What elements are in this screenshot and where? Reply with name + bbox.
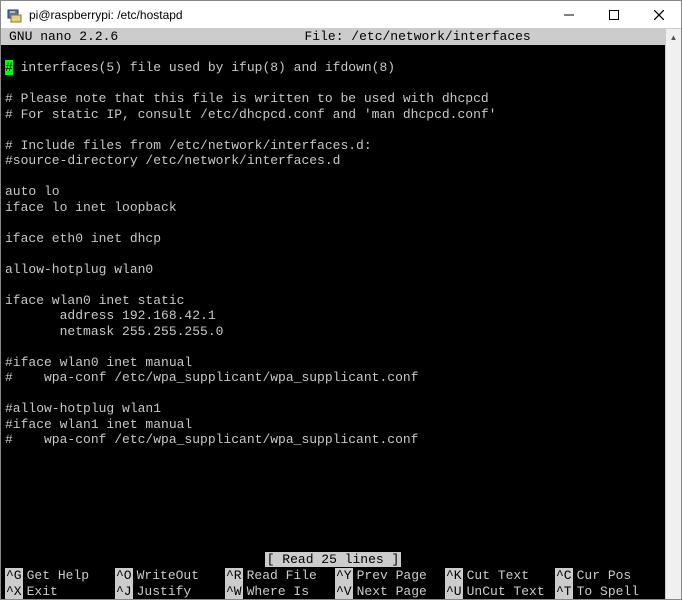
editor-line: #source-directory /etc/network/interface… [5,153,665,169]
shortcut-label: WriteOut [137,568,199,584]
nano-shortcuts-row-1: ^GGet Help^OWriteOut^RRead File^YPrev Pa… [5,568,665,584]
editor-line: #allow-hotplug wlan1 [5,401,665,417]
shortcut-label: To Spell [577,584,639,600]
nano-shortcuts-row-2: ^XExit^JJustify^WWhere Is^VNext Page^UUn… [5,584,665,600]
nano-shortcut: ^OWriteOut [115,568,225,584]
editor-line: iface wlan0 inet static [5,293,665,309]
editor-line [5,339,665,355]
shortcut-key: ^W [225,584,243,600]
shortcut-key: ^T [555,584,573,600]
shortcut-label: Justify [137,584,192,600]
maximize-button[interactable] [591,1,636,29]
nano-file-name: File: /etc/network/interfaces [178,29,657,45]
editor-line: # interfaces(5) file used by ifup(8) and… [5,60,665,76]
putty-icon [7,7,23,23]
editor-line: auto lo [5,184,665,200]
nano-status-line: [ Read 25 lines ] [1,552,665,568]
nano-shortcuts: ^GGet Help^OWriteOut^RRead File^YPrev Pa… [1,568,665,599]
editor-line [5,122,665,138]
editor-line: netmask 255.255.255.0 [5,324,665,340]
editor-line: # wpa-conf /etc/wpa_supplicant/wpa_suppl… [5,370,665,386]
scrollbar[interactable]: ▲ [665,29,681,599]
shortcut-label: Next Page [357,584,427,600]
shortcut-label: Read File [247,568,317,584]
editor-line: #iface wlan1 inet manual [5,417,665,433]
nano-shortcut: ^WWhere Is [225,584,335,600]
editor-line [5,169,665,185]
close-button[interactable] [636,1,681,29]
shortcut-key: ^X [5,584,23,600]
nano-shortcut: ^VNext Page [335,584,445,600]
cursor: # [5,60,13,75]
nano-status-text: [ Read 25 lines ] [265,552,402,568]
editor-line [5,386,665,402]
shortcut-key: ^O [115,568,133,584]
titlebar-controls [546,1,681,29]
editor-line [5,277,665,293]
editor-line: # Please note that this file is written … [5,91,665,107]
editor-line: iface lo inet loopback [5,200,665,216]
shortcut-label: Get Help [27,568,89,584]
nano-shortcut: ^TTo Spell [555,584,665,600]
shortcut-label: Cur Pos [577,568,632,584]
nano-shortcut: ^RRead File [225,568,335,584]
nano-shortcut: ^XExit [5,584,115,600]
terminal-window: pi@raspberrypi: /etc/hostapd GNU nano 2.… [0,0,682,600]
editor-line [5,76,665,92]
terminal-body-wrap: GNU nano 2.2.6 File: /etc/network/interf… [1,29,681,599]
scroll-up-icon[interactable]: ▲ [666,29,681,45]
minimize-button[interactable] [546,1,591,29]
nano-shortcut: ^CCur Pos [555,568,665,584]
editor-line: # For static IP, consult /etc/dhcpcd.con… [5,107,665,123]
nano-shortcut: ^JJustify [115,584,225,600]
shortcut-label: Where Is [247,584,309,600]
shortcut-key: ^J [115,584,133,600]
shortcut-key: ^C [555,568,573,584]
editor-line [5,246,665,262]
titlebar: pi@raspberrypi: /etc/hostapd [1,1,681,29]
nano-shortcut: ^YPrev Page [335,568,445,584]
shortcut-label: UnCut Text [467,584,545,600]
editor-line: # Include files from /etc/network/interf… [5,138,665,154]
nano-app-name: GNU nano 2.2.6 [9,29,118,45]
editor-line: # wpa-conf /etc/wpa_supplicant/wpa_suppl… [5,432,665,448]
shortcut-key: ^K [445,568,463,584]
terminal[interactable]: GNU nano 2.2.6 File: /etc/network/interf… [1,29,665,599]
shortcut-label: Exit [27,584,58,600]
window-title: pi@raspberrypi: /etc/hostapd [29,8,546,22]
shortcut-key: ^R [225,568,243,584]
editor-line: address 192.168.42.1 [5,308,665,324]
nano-header: GNU nano 2.2.6 File: /etc/network/interf… [1,29,665,45]
editor-line: #iface wlan0 inet manual [5,355,665,371]
shortcut-key: ^V [335,584,353,600]
shortcut-label: Cut Text [467,568,529,584]
shortcut-key: ^G [5,568,23,584]
editor-line: allow-hotplug wlan0 [5,262,665,278]
shortcut-label: Prev Page [357,568,427,584]
editor-content[interactable]: # interfaces(5) file used by ifup(8) and… [1,60,665,448]
editor-line: iface eth0 inet dhcp [5,231,665,247]
editor-line [5,215,665,231]
shortcut-key: ^Y [335,568,353,584]
nano-shortcut: ^UUnCut Text [445,584,555,600]
shortcut-key: ^U [445,584,463,600]
nano-shortcut: ^KCut Text [445,568,555,584]
nano-shortcut: ^GGet Help [5,568,115,584]
